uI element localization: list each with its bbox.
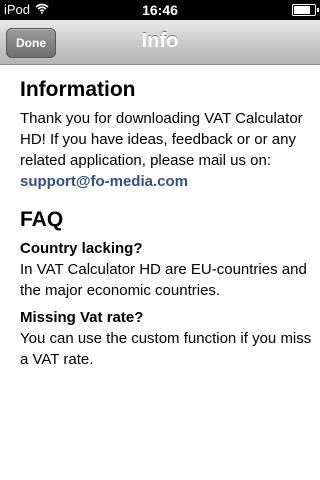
information-heading: Information xyxy=(20,78,136,101)
faq-answer: You can use the custom function if you m… xyxy=(20,330,312,368)
information-text: Thank you for downloading VAT Calculator… xyxy=(20,108,316,192)
faq-item: Country lacking? In VAT Calculator HD ar… xyxy=(20,240,316,301)
status-right xyxy=(292,4,319,16)
navigation-bar: Done Info xyxy=(0,20,320,65)
faq-question: Missing Vat rate? xyxy=(20,309,144,326)
info-content: Information Thank you for downloading VA… xyxy=(20,78,316,370)
information-body: Thank you for downloading VAT Calculator… xyxy=(20,110,303,169)
page-title: Info xyxy=(141,30,179,52)
faq-answer: In VAT Calculator HD are EU-countries an… xyxy=(20,261,307,299)
faq-question: Country lacking? xyxy=(20,240,143,257)
status-time: 16:46 xyxy=(142,2,178,18)
support-email-link[interactable]: support@fo-media.com xyxy=(20,173,188,190)
battery-level xyxy=(294,6,310,14)
status-bar: iPod 16:46 xyxy=(0,0,320,20)
faq-item: Missing Vat rate? You can use the custom… xyxy=(20,309,316,370)
battery-icon xyxy=(292,4,319,16)
faq-heading: FAQ xyxy=(20,208,64,231)
